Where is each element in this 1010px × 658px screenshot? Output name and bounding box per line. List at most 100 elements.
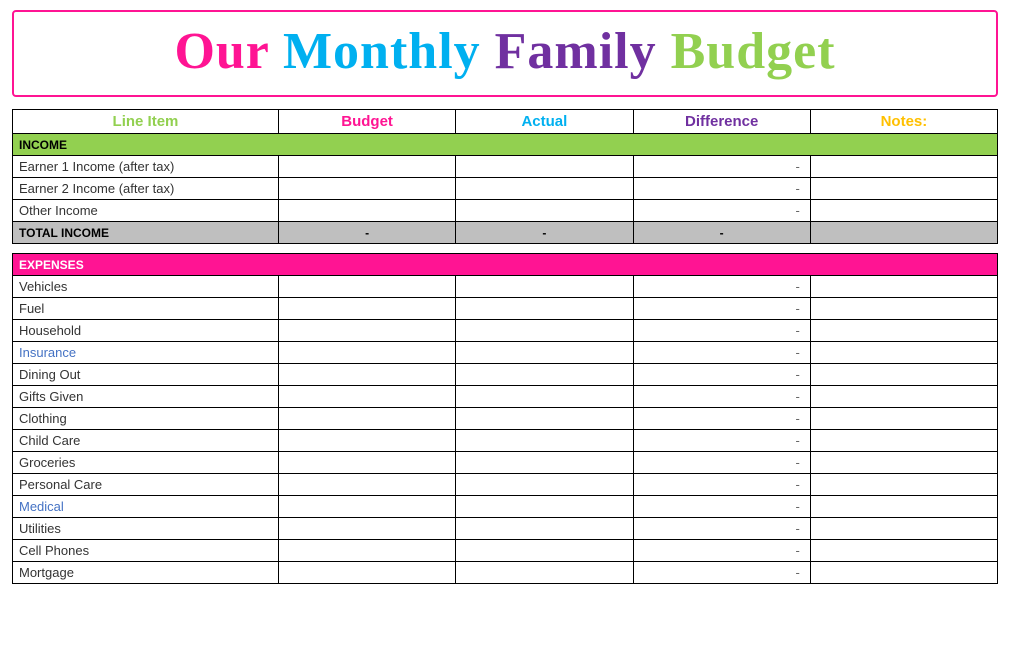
income-row-2-diff: -	[633, 178, 810, 200]
expense-row-9-actual[interactable]	[456, 474, 633, 496]
expense-row-9-diff: -	[633, 474, 810, 496]
expense-row-10-budget[interactable]	[278, 496, 455, 518]
expense-row-8-diff: -	[633, 452, 810, 474]
expense-row-10-label: Medical	[13, 496, 279, 518]
expense-row-6-diff: -	[633, 408, 810, 430]
expense-row-12-actual[interactable]	[456, 540, 633, 562]
table-row: Gifts Given -	[13, 386, 998, 408]
expense-row-11-notes[interactable]	[810, 518, 997, 540]
income-row-1-budget[interactable]	[278, 156, 455, 178]
expense-row-6-budget[interactable]	[278, 408, 455, 430]
header-budget: Budget	[278, 110, 455, 134]
total-income-diff: -	[633, 222, 810, 244]
expense-row-1-notes[interactable]	[810, 298, 997, 320]
expense-row-13-notes[interactable]	[810, 562, 997, 584]
expense-row-8-notes[interactable]	[810, 452, 997, 474]
expense-row-12-budget[interactable]	[278, 540, 455, 562]
expense-row-3-budget[interactable]	[278, 342, 455, 364]
expense-row-11-budget[interactable]	[278, 518, 455, 540]
table-row: Cell Phones -	[13, 540, 998, 562]
expense-row-5-notes[interactable]	[810, 386, 997, 408]
table-row: Household -	[13, 320, 998, 342]
expense-row-4-notes[interactable]	[810, 364, 997, 386]
table-row: Utilities -	[13, 518, 998, 540]
table-row: Insurance -	[13, 342, 998, 364]
expense-row-4-budget[interactable]	[278, 364, 455, 386]
expense-row-1-label: Fuel	[13, 298, 279, 320]
expense-row-2-label: Household	[13, 320, 279, 342]
expense-row-8-actual[interactable]	[456, 452, 633, 474]
expense-row-0-budget[interactable]	[278, 276, 455, 298]
total-income-actual: -	[456, 222, 633, 244]
expense-row-6-label: Clothing	[13, 408, 279, 430]
table-row: Earner 2 Income (after tax) -	[13, 178, 998, 200]
total-income-notes	[810, 222, 997, 244]
table-row: Medical -	[13, 496, 998, 518]
income-row-2-budget[interactable]	[278, 178, 455, 200]
expense-row-4-actual[interactable]	[456, 364, 633, 386]
income-row-3-actual[interactable]	[456, 200, 633, 222]
total-income-budget: -	[278, 222, 455, 244]
title-monthly: Monthly	[269, 23, 481, 80]
expense-row-2-budget[interactable]	[278, 320, 455, 342]
income-section-label: INCOME	[13, 134, 998, 156]
expense-row-7-notes[interactable]	[810, 430, 997, 452]
expense-row-6-notes[interactable]	[810, 408, 997, 430]
title-budget: Budget	[657, 23, 836, 80]
income-row-2-notes[interactable]	[810, 178, 997, 200]
header-actual: Actual	[456, 110, 633, 134]
expense-row-3-actual[interactable]	[456, 342, 633, 364]
expense-row-5-actual[interactable]	[456, 386, 633, 408]
expense-row-13-budget[interactable]	[278, 562, 455, 584]
expense-row-13-label: Mortgage	[13, 562, 279, 584]
income-row-3-diff: -	[633, 200, 810, 222]
expense-row-12-notes[interactable]	[810, 540, 997, 562]
income-row-2-actual[interactable]	[456, 178, 633, 200]
expense-row-8-label: Groceries	[13, 452, 279, 474]
expenses-section-header: EXPENSES	[13, 254, 998, 276]
income-row-1-notes[interactable]	[810, 156, 997, 178]
income-row-2-label: Earner 2 Income (after tax)	[13, 178, 279, 200]
income-row-1-label: Earner 1 Income (after tax)	[13, 156, 279, 178]
expense-row-10-notes[interactable]	[810, 496, 997, 518]
table-row: Personal Care -	[13, 474, 998, 496]
expense-row-2-actual[interactable]	[456, 320, 633, 342]
income-row-1-diff: -	[633, 156, 810, 178]
budget-table: Line Item Budget Actual Difference Notes…	[12, 109, 998, 584]
expense-row-1-budget[interactable]	[278, 298, 455, 320]
expense-row-13-actual[interactable]	[456, 562, 633, 584]
income-row-1-actual[interactable]	[456, 156, 633, 178]
expense-row-0-notes[interactable]	[810, 276, 997, 298]
expense-row-0-diff: -	[633, 276, 810, 298]
expense-row-10-actual[interactable]	[456, 496, 633, 518]
expense-row-11-label: Utilities	[13, 518, 279, 540]
expense-row-9-budget[interactable]	[278, 474, 455, 496]
expense-row-0-label: Vehicles	[13, 276, 279, 298]
table-row: Mortgage -	[13, 562, 998, 584]
expense-row-12-diff: -	[633, 540, 810, 562]
table-row: Dining Out -	[13, 364, 998, 386]
expense-row-2-diff: -	[633, 320, 810, 342]
table-row: Other Income -	[13, 200, 998, 222]
expense-row-3-notes[interactable]	[810, 342, 997, 364]
expense-row-5-budget[interactable]	[278, 386, 455, 408]
expense-row-0-actual[interactable]	[456, 276, 633, 298]
title-family: Family	[481, 23, 657, 80]
expense-row-7-actual[interactable]	[456, 430, 633, 452]
expense-row-6-actual[interactable]	[456, 408, 633, 430]
expense-row-2-notes[interactable]	[810, 320, 997, 342]
header-row: Line Item Budget Actual Difference Notes…	[13, 110, 998, 134]
header-lineitem: Line Item	[13, 110, 279, 134]
expense-row-11-actual[interactable]	[456, 518, 633, 540]
income-section-header: INCOME	[13, 134, 998, 156]
expense-row-9-notes[interactable]	[810, 474, 997, 496]
income-row-3-budget[interactable]	[278, 200, 455, 222]
expense-row-7-budget[interactable]	[278, 430, 455, 452]
total-income-row: TOTAL INCOME - - -	[13, 222, 998, 244]
income-row-3-notes[interactable]	[810, 200, 997, 222]
expense-row-8-budget[interactable]	[278, 452, 455, 474]
expense-row-5-label: Gifts Given	[13, 386, 279, 408]
expense-row-1-diff: -	[633, 298, 810, 320]
expense-row-1-actual[interactable]	[456, 298, 633, 320]
expense-row-10-diff: -	[633, 496, 810, 518]
